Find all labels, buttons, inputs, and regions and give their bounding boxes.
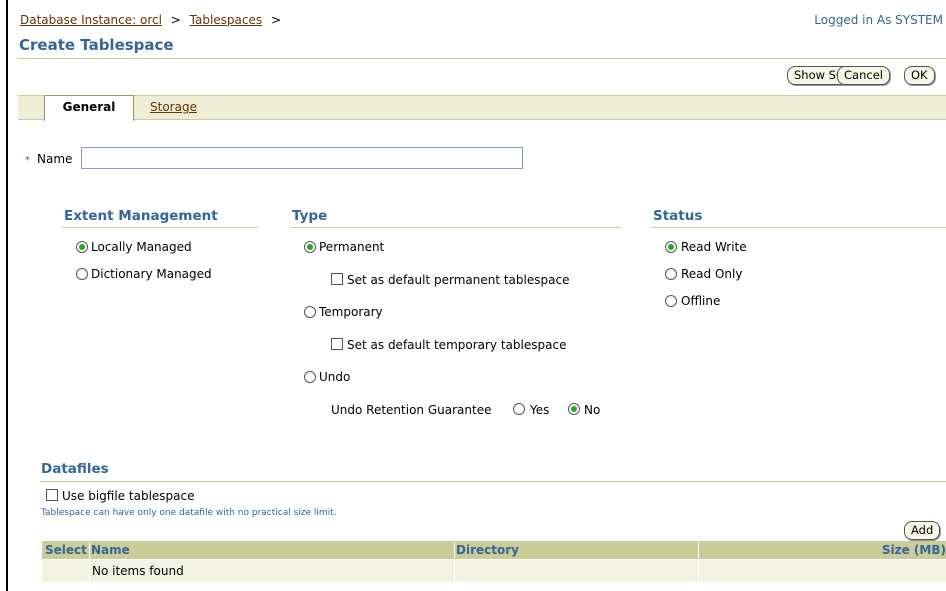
- locally-managed-label: Locally Managed: [91, 240, 192, 254]
- undo-label: Undo: [319, 370, 351, 384]
- undo-retention-no-radio[interactable]: [568, 403, 580, 415]
- temporary-label: Temporary: [319, 305, 383, 319]
- column-header-name[interactable]: Name: [91, 541, 130, 559]
- undo-retention-no-label: No: [584, 403, 601, 417]
- column-header-directory[interactable]: Directory: [456, 541, 519, 559]
- extent-management-rule: [62, 227, 258, 228]
- table-cell-size: [699, 560, 946, 582]
- ok-button[interactable]: OK: [904, 66, 935, 85]
- read-only-label: Read Only: [681, 267, 743, 281]
- breadcrumb-separator: >: [270, 13, 282, 27]
- tab-storage[interactable]: Storage: [150, 100, 197, 114]
- default-temporary-checkbox[interactable]: [331, 338, 343, 350]
- undo-retention-yes-label: Yes: [530, 403, 550, 417]
- status-heading: Status: [653, 208, 703, 224]
- offline-radio[interactable]: [665, 295, 677, 307]
- temporary-radio[interactable]: [304, 306, 316, 318]
- type-rule: [290, 227, 620, 228]
- title-divider: [18, 58, 946, 59]
- add-datafile-button[interactable]: Add: [904, 521, 941, 540]
- status-rule: [651, 227, 946, 228]
- table-cell-directory: [455, 560, 698, 582]
- column-header-select: Select: [45, 543, 87, 557]
- undo-retention-label: Undo Retention Guarantee: [331, 403, 492, 417]
- page-title: Create Tablespace: [19, 36, 174, 54]
- dictionary-managed-label: Dictionary Managed: [91, 267, 212, 281]
- bigfile-hint: Tablespace can have only one datafile wi…: [41, 508, 337, 518]
- cancel-button[interactable]: Cancel: [837, 66, 890, 85]
- name-input[interactable]: [81, 147, 523, 169]
- default-permanent-checkbox[interactable]: [331, 273, 343, 285]
- tab-strip-baseline: [18, 119, 946, 120]
- locally-managed-radio[interactable]: [76, 241, 88, 253]
- undo-radio[interactable]: [304, 371, 316, 383]
- datafiles-heading: Datafiles: [41, 461, 109, 477]
- permanent-label: Permanent: [319, 240, 385, 254]
- table-cell-empty-message: No items found: [90, 560, 454, 582]
- breadcrumb-link-tablespaces[interactable]: Tablespaces: [190, 13, 263, 27]
- breadcrumb: Database Instance: orcl > Tablespaces >: [20, 13, 286, 27]
- required-indicator: *: [25, 155, 30, 166]
- read-only-radio[interactable]: [665, 268, 677, 280]
- read-write-label: Read Write: [681, 240, 747, 254]
- breadcrumb-separator: >: [170, 13, 181, 27]
- dictionary-managed-radio[interactable]: [76, 268, 88, 280]
- window-left-border: [6, 0, 8, 591]
- default-permanent-label: Set as default permanent tablespace: [347, 273, 570, 287]
- read-write-radio[interactable]: [665, 241, 677, 253]
- bigfile-label: Use bigfile tablespace: [62, 489, 195, 503]
- logged-in-status: Logged in As SYSTEM: [814, 13, 943, 27]
- table-cell-select: [42, 560, 89, 582]
- tab-general[interactable]: General: [44, 95, 134, 121]
- undo-retention-yes-radio[interactable]: [513, 403, 525, 415]
- datafiles-rule: [40, 481, 946, 482]
- permanent-radio[interactable]: [304, 241, 316, 253]
- offline-label: Offline: [681, 294, 721, 308]
- default-temporary-label: Set as default temporary tablespace: [347, 338, 567, 352]
- bigfile-checkbox[interactable]: [46, 489, 58, 501]
- type-heading: Type: [292, 208, 328, 224]
- extent-management-heading: Extent Management: [64, 208, 218, 224]
- breadcrumb-link-instance[interactable]: Database Instance: orcl: [20, 13, 162, 27]
- column-header-size[interactable]: Size (MB): [882, 541, 946, 559]
- name-label: Name: [37, 152, 73, 166]
